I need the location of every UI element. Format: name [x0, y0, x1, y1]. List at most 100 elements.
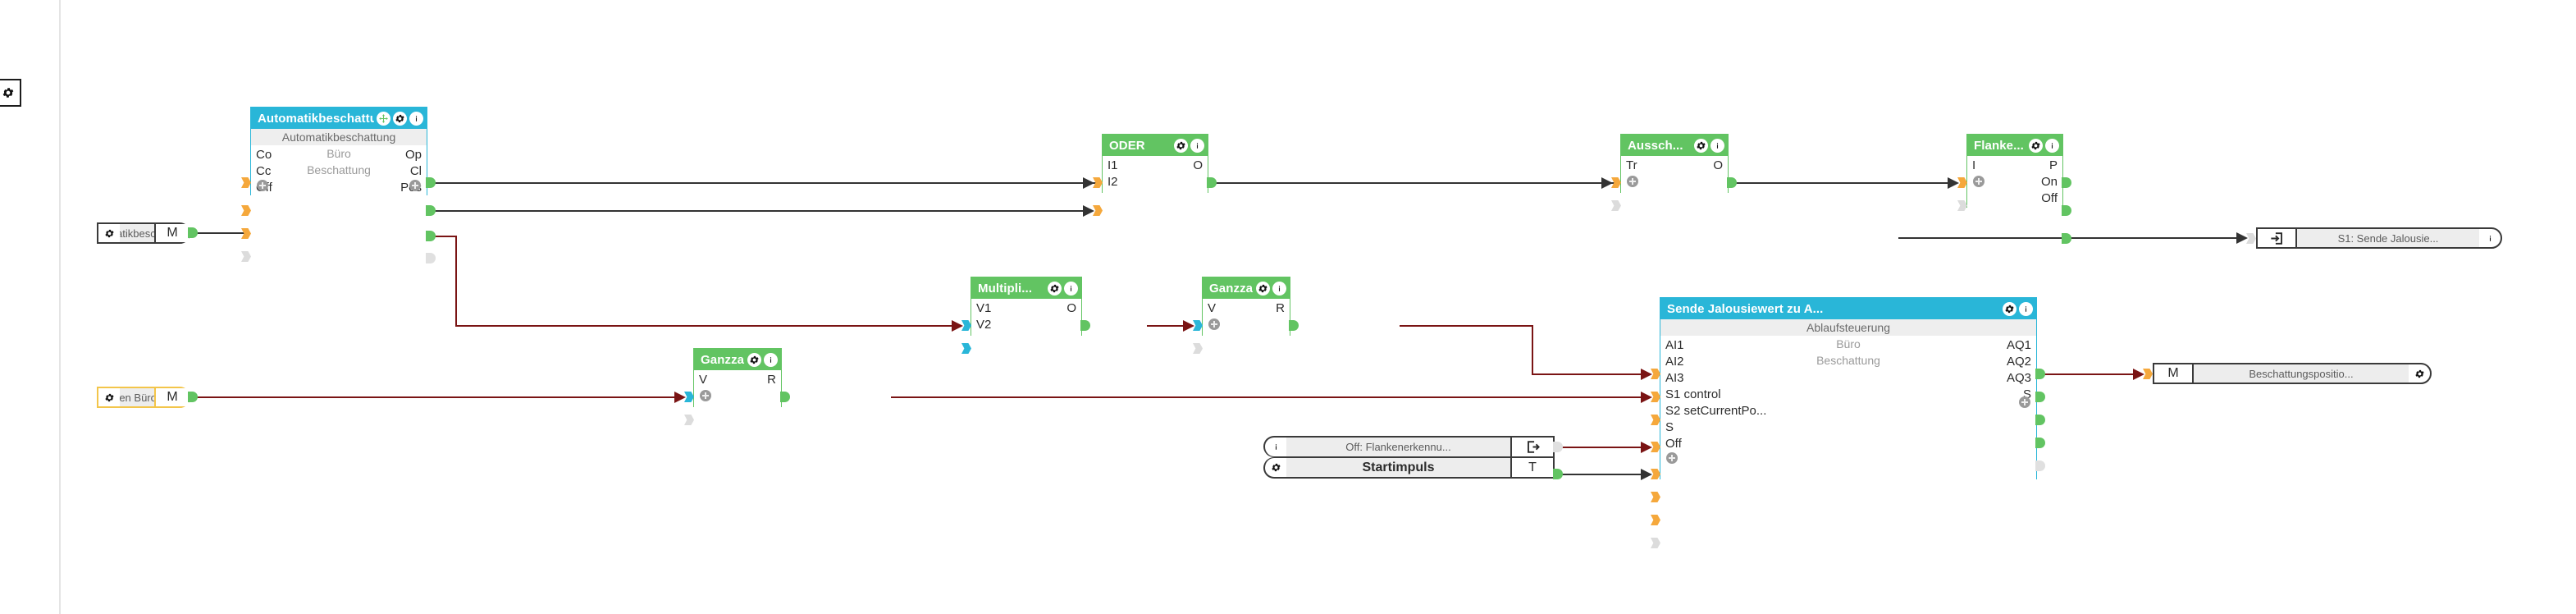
output-connector[interactable]: [426, 177, 436, 188]
output-connector-disabled[interactable]: [1553, 442, 1563, 452]
input-connector[interactable]: [1193, 320, 1203, 331]
output-connector[interactable]: [780, 392, 790, 402]
output-connector[interactable]: [2062, 177, 2071, 188]
output-connector[interactable]: [1080, 320, 1090, 331]
input-connector[interactable]: [241, 228, 251, 239]
input-connector-disabled[interactable]: [2246, 233, 2256, 244]
block-header[interactable]: Ganzzahl: [1203, 277, 1290, 299]
output-connector[interactable]: [1727, 177, 1737, 188]
add-input-pin-button[interactable]: [1666, 452, 1678, 464]
input-connector[interactable]: [1651, 415, 1660, 425]
info-icon[interactable]: [2479, 229, 2501, 247]
block-header[interactable]: Automatikbeschattun...: [251, 108, 427, 129]
block-header[interactable]: Aussch...: [1621, 135, 1728, 156]
block-ausschaltverzoegerung[interactable]: Aussch... Tr O: [1620, 134, 1729, 195]
add-input-pin-button[interactable]: [1208, 318, 1220, 330]
add-output-pin-button[interactable]: [2019, 396, 2030, 408]
info-icon[interactable]: [1064, 281, 1078, 296]
block-flankenerkennung[interactable]: Flanke... I P On Off: [1966, 134, 2063, 209]
gear-icon[interactable]: [747, 352, 761, 367]
info-icon[interactable]: [1190, 138, 1204, 153]
add-input-pin-button[interactable]: [257, 180, 268, 191]
input-connector[interactable]: [961, 320, 971, 331]
block-automatikbeschattung[interactable]: Automatikbeschattun... Automatikbeschatt…: [250, 107, 427, 195]
input-connector-disabled[interactable]: [1651, 538, 1660, 548]
gear-icon[interactable]: [1174, 138, 1188, 153]
output-connector[interactable]: [1207, 177, 1217, 188]
input-connector[interactable]: [684, 392, 694, 402]
output-node-s1-sende[interactable]: S1: Sende Jalousie...: [2256, 227, 2502, 249]
input-connector-disabled[interactable]: [1193, 343, 1203, 354]
output-connector[interactable]: [1553, 469, 1563, 479]
add-input-pin-button[interactable]: [700, 390, 711, 401]
block-header[interactable]: Sende Jalousiewert zu A...: [1660, 298, 2036, 319]
output-connector[interactable]: [1289, 320, 1299, 331]
info-icon[interactable]: [2019, 301, 2033, 316]
input-connector[interactable]: [1093, 177, 1103, 188]
input-connector-disabled[interactable]: [241, 251, 251, 262]
gear-icon[interactable]: [2029, 138, 2043, 153]
input-connector-disabled[interactable]: [684, 415, 694, 425]
output-connector[interactable]: [188, 392, 198, 402]
input-connector[interactable]: [1651, 515, 1660, 525]
output-connector[interactable]: [2035, 415, 2045, 425]
info-icon[interactable]: [1272, 281, 1286, 296]
diagram-canvas[interactable]: Automatikbeschattu... M Rolladen Büro Hö…: [0, 0, 2576, 614]
output-connector-disabled[interactable]: [426, 253, 436, 263]
block-header[interactable]: Ganzzahl: [694, 349, 781, 370]
input-connector[interactable]: [2143, 369, 2153, 379]
output-node-beschattungsposition[interactable]: M Beschattungspositio...: [2153, 363, 2432, 384]
gear-icon[interactable]: [0, 79, 21, 107]
add-input-pin-button[interactable]: [1973, 176, 1985, 187]
reference-node-startimpuls[interactable]: Startimpuls T: [1263, 457, 1555, 479]
input-node-rolladen[interactable]: Rolladen Büro Höhe M: [97, 387, 190, 408]
reference-node-off-flanke[interactable]: Off: Flankenerkennu...: [1263, 436, 1555, 457]
input-connector[interactable]: [1611, 177, 1621, 188]
input-connector[interactable]: [1651, 392, 1660, 402]
input-connector[interactable]: [1651, 469, 1660, 479]
info-icon[interactable]: [409, 111, 423, 126]
output-connector-disabled[interactable]: [2035, 460, 2045, 471]
input-connector[interactable]: [961, 343, 971, 354]
input-connector[interactable]: [1651, 492, 1660, 502]
output-connector[interactable]: [2035, 392, 2045, 402]
input-connector[interactable]: [1651, 369, 1660, 379]
output-connector[interactable]: [2062, 205, 2071, 216]
output-connector[interactable]: [2035, 438, 2045, 448]
gear-icon[interactable]: [2003, 301, 2016, 316]
output-connector[interactable]: [426, 231, 436, 241]
input-node-automatik[interactable]: Automatikbeschattu... M: [97, 222, 190, 244]
info-icon[interactable]: [1710, 138, 1724, 153]
gear-icon[interactable]: [1048, 281, 1062, 296]
input-connector-disabled[interactable]: [1957, 200, 1967, 211]
input-connector[interactable]: [241, 177, 251, 188]
input-connector[interactable]: [1651, 442, 1660, 452]
block-sende-jalousiewert[interactable]: Sende Jalousiewert zu A... Ablaufsteueru…: [1660, 297, 2037, 479]
gear-icon[interactable]: [1256, 281, 1270, 296]
add-input-pin-button[interactable]: [1627, 176, 1638, 187]
move-icon[interactable]: [377, 111, 391, 126]
info-icon[interactable]: [1265, 438, 1286, 456]
block-ganzzahl-top[interactable]: Ganzzahl V R: [1202, 277, 1290, 337]
input-connector[interactable]: [241, 205, 251, 216]
input-connector[interactable]: [1093, 205, 1103, 216]
output-connector[interactable]: [188, 227, 198, 238]
block-header[interactable]: ODER: [1103, 135, 1208, 156]
gear-icon[interactable]: [98, 224, 120, 242]
gear-icon[interactable]: [98, 388, 120, 406]
info-icon[interactable]: [764, 352, 778, 367]
block-header[interactable]: Multipli...: [971, 277, 1081, 299]
gear-icon[interactable]: [1694, 138, 1708, 153]
gear-icon[interactable]: [1265, 458, 1286, 477]
output-connector[interactable]: [2035, 369, 2045, 379]
add-output-pin-button[interactable]: [409, 180, 421, 191]
output-connector[interactable]: [426, 205, 436, 216]
block-multiplikation[interactable]: Multipli... V1 O V2: [971, 277, 1082, 337]
input-connector-disabled[interactable]: [1611, 200, 1621, 211]
block-oder[interactable]: ODER I1 O I2: [1102, 134, 1208, 195]
block-ganzzahl-left[interactable]: Ganzzahl V R: [693, 348, 782, 409]
block-header[interactable]: Flanke...: [1967, 135, 2062, 156]
gear-icon[interactable]: [2409, 364, 2430, 383]
output-connector[interactable]: [2062, 233, 2071, 244]
gear-icon[interactable]: [393, 111, 407, 126]
